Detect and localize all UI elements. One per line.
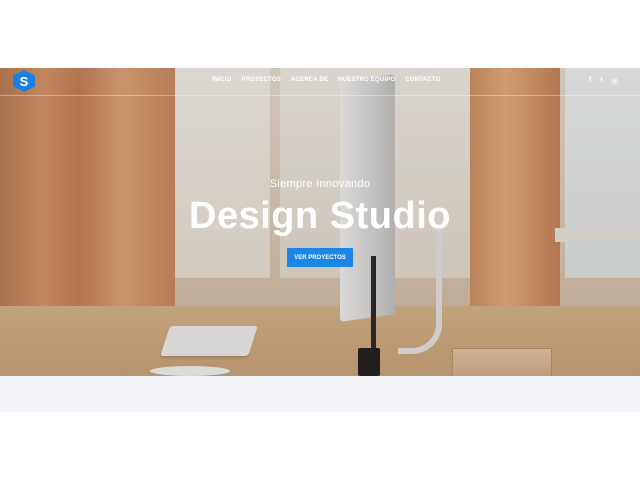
ver-proyectos-button[interactable]: VER PROYECTOS bbox=[287, 248, 353, 267]
nav-item-nuestro-equipo[interactable]: NUESTRO EQUIPO bbox=[338, 77, 395, 83]
hero-title: Design Studio bbox=[189, 195, 451, 237]
facebook-icon[interactable]: f bbox=[589, 77, 591, 85]
nav-item-proyectos[interactable]: PROYECTOS bbox=[242, 77, 281, 83]
nav-item-contacto[interactable]: CONTACTO bbox=[405, 77, 440, 83]
nav-item-inicio[interactable]: INICIO bbox=[212, 77, 232, 83]
main-nav: INICIO PROYECTOS ACERCA DE NUESTRO EQUIP… bbox=[212, 77, 440, 83]
instagram-icon[interactable]: ◎ bbox=[612, 77, 618, 85]
twitter-icon[interactable]: t bbox=[600, 77, 602, 85]
logo-letter: S bbox=[19, 73, 29, 89]
social-links: f t ◎ bbox=[589, 77, 618, 85]
hero-subtitle: Siempre Innovando bbox=[269, 178, 371, 190]
nav-divider bbox=[0, 95, 640, 96]
section-band bbox=[0, 376, 640, 412]
nav-item-acerca-de[interactable]: ACERCA DE bbox=[291, 77, 328, 83]
page: S INICIO PROYECTOS ACERCA DE NUESTRO EQU… bbox=[0, 0, 640, 480]
